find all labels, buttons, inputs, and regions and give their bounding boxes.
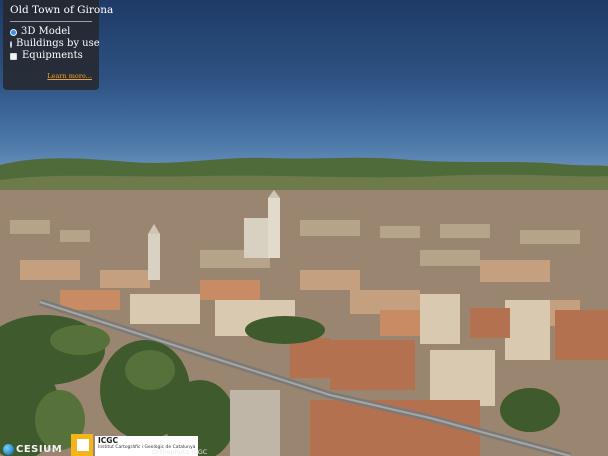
checkbox-equipments-label: Equipments (22, 50, 83, 61)
city-buildings (0, 190, 608, 456)
radio-buildings-by-use[interactable]: Buildings by use (10, 38, 100, 50)
layer-control-panel: Old Town of Girona 3D Model Buildings by… (3, 0, 114, 90)
cesium-globe-icon (3, 444, 14, 455)
orthophoto-credit[interactable]: Orthophoto ICGC (152, 448, 207, 456)
checkbox-icon[interactable] (10, 52, 17, 60)
radio-buildings-by-use-label: Buildings by use (16, 38, 100, 49)
city-3d-model (0, 190, 608, 456)
icgc-square-icon (71, 434, 93, 456)
radio-3d-model-label: 3D Model (21, 26, 71, 37)
radio-selected-icon[interactable] (10, 28, 17, 36)
panel-title: Old Town of Girona (10, 4, 114, 16)
radio-unselected-icon[interactable] (10, 40, 12, 48)
learn-more-link[interactable]: Learn more... (10, 72, 92, 80)
panel-divider (10, 21, 92, 22)
checkbox-equipments[interactable]: Equipments (10, 50, 92, 62)
cesium-logo[interactable]: CESIUM (3, 444, 62, 455)
credits-bar: CESIUM ICGC Institut Cartogràfic i Geolò… (0, 434, 608, 456)
cesium-logo-text: CESIUM (16, 444, 63, 455)
radio-3d-model[interactable]: 3D Model (10, 26, 92, 38)
icgc-name: ICGC (98, 436, 118, 445)
